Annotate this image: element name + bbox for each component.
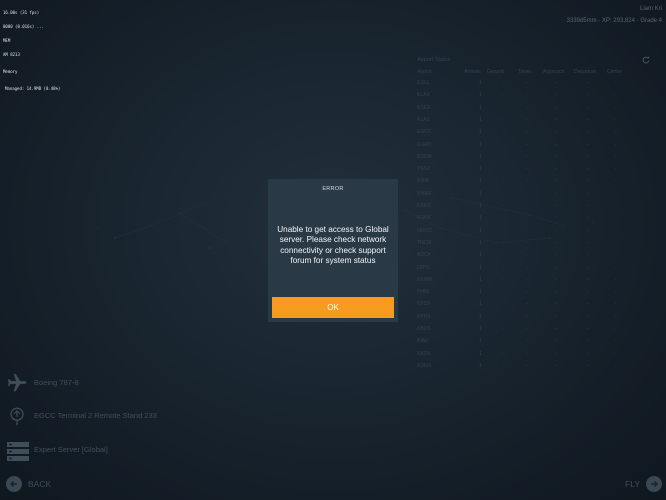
location-label: EGCC Terminal 2 Remote Stand 233: [34, 411, 157, 420]
back-button[interactable]: BACK: [6, 474, 51, 494]
server-icon: [6, 439, 29, 461]
server-label: Expert Server [Global]: [34, 445, 108, 454]
error-dialog: ERROR Unable to get access to Global ser…: [268, 179, 398, 322]
back-label: BACK: [28, 479, 52, 489]
map-pin-icon: [6, 405, 28, 427]
fly-button[interactable]: FLY: [625, 474, 662, 494]
dialog-title: ERROR: [322, 186, 344, 192]
arrow-left-icon: [6, 476, 22, 492]
arrow-right-icon: [646, 476, 662, 492]
dialog-message: Unable to get access to Global server. P…: [277, 225, 389, 266]
ok-button[interactable]: OK: [272, 297, 394, 318]
aircraft-label: Boeing 787-8: [34, 378, 79, 387]
airplane-icon: [6, 372, 28, 394]
fly-label: FLY: [625, 479, 640, 489]
